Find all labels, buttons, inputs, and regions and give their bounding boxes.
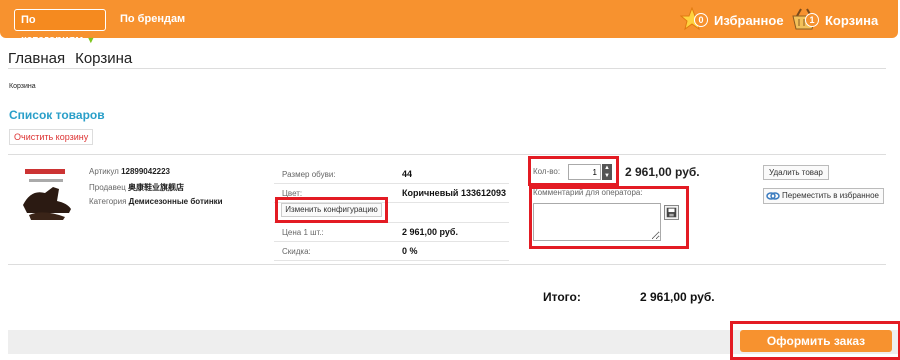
param-row-unit-price: Цена 1 шт.: 2 961,00 руб. [274,223,509,242]
favorites-count-badge: 0 [694,13,708,27]
page-title-small: Корзина [9,83,36,90]
cart-count-badge: 1 [805,13,819,27]
param-row-discount: Скидка: 0 % [274,242,509,261]
breadcrumb: Главная Корзина [8,50,142,67]
breadcrumb-cart: Корзина [75,50,133,67]
cart-link[interactable]: 1 Корзина [791,8,878,32]
breadcrumb-home[interactable]: Главная [8,50,65,67]
category-value: Демисезонные ботинки [128,197,223,206]
brands-link[interactable]: По брендам [120,13,185,25]
total-label: Итого: [543,290,581,304]
product-seller: Продавец 奥康鞋业旗舰店 [89,183,185,192]
favorites-label: Избранное [714,12,784,28]
categories-label: По категориям [21,14,84,46]
cart-label: Корзина [825,12,879,28]
highlight-quantity [528,156,619,186]
favorites-link[interactable]: 0 Избранное [680,7,784,32]
article-value: 12899042223 [121,167,171,176]
product-list-title: Список товаров [9,108,105,122]
highlight-config [275,197,388,223]
highlight-checkout [730,321,900,360]
categories-dropdown[interactable]: По категориям ▼ [14,9,106,46]
seller-value[interactable]: 奥康鞋业旗舰店 [128,183,184,192]
total-value: 2 961,00 руб. [640,290,715,304]
delete-item-button[interactable]: Удалить товар [763,165,829,180]
top-navigation-bar: По категориям ▼ По брендам 0 Избранное 1 … [0,0,898,46]
product-image[interactable] [19,165,74,222]
divider [8,154,886,155]
product-category: Категория Демисезонные ботинки [89,197,223,206]
divider [8,264,886,265]
product-article: Артикул 12899042223 [89,167,171,176]
highlight-comment [529,186,689,249]
clear-cart-button[interactable]: Очистить корзину [9,129,94,145]
chevron-down-icon: ▼ [86,35,96,45]
param-row-size: Размер обуви: 44 [274,165,509,184]
divider [8,68,886,69]
link-icon [766,192,780,200]
move-to-favorites-button[interactable]: Переместить в избранное [763,188,884,204]
line-total: 2 961,00 руб. [625,165,700,179]
